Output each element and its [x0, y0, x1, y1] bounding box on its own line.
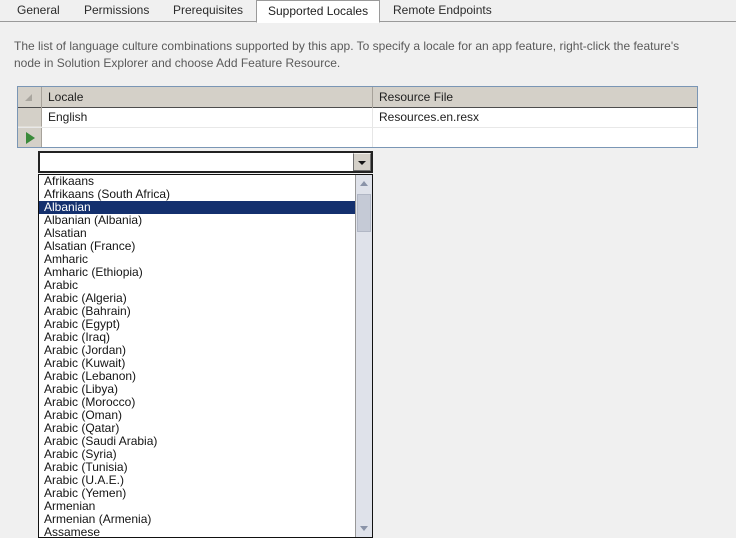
- select-all-triangle-icon: [25, 94, 32, 101]
- tab-supported-locales[interactable]: Supported Locales: [256, 0, 381, 23]
- locale-combobox-input[interactable]: [40, 153, 353, 171]
- locale-dropdown-list[interactable]: Afrikaans Afrikaans (South Africa) Albania…: [38, 174, 373, 538]
- table-row[interactable]: English Resources.en.resx: [18, 108, 697, 127]
- scrollbar-thumb[interactable]: [357, 194, 371, 232]
- row-header[interactable]: [18, 108, 42, 127]
- row-header-current[interactable]: [18, 128, 42, 147]
- current-row-arrow-icon: [26, 132, 35, 144]
- tab-prerequisites[interactable]: Prerequisites: [162, 0, 254, 22]
- dropdown-item[interactable]: Amharic (Ethiopia): [39, 266, 357, 279]
- scroll-up-button[interactable]: [356, 175, 372, 192]
- scroll-down-button[interactable]: [356, 520, 372, 537]
- page-description: The list of language culture combination…: [14, 39, 680, 70]
- grid-select-all-corner[interactable]: [18, 87, 42, 108]
- supported-locales-grid[interactable]: Locale Resource File English Resources.e…: [17, 86, 698, 148]
- dropdown-scrollbar[interactable]: [355, 175, 372, 537]
- table-row[interactable]: [18, 127, 697, 147]
- tab-remote-endpoints[interactable]: Remote Endpoints: [382, 0, 503, 22]
- arrow-up-icon: [360, 181, 368, 186]
- column-header-resource-file[interactable]: Resource File: [373, 87, 697, 108]
- cell-resource-file[interactable]: Resources.en.resx: [373, 108, 697, 127]
- column-header-locale[interactable]: Locale: [42, 87, 373, 108]
- combobox-dropdown-button[interactable]: [353, 153, 371, 171]
- tab-content-pane: The list of language culture combination…: [0, 22, 736, 538]
- cell-locale[interactable]: [42, 128, 373, 147]
- tab-permissions[interactable]: Permissions: [73, 0, 160, 22]
- locale-combobox[interactable]: [38, 151, 373, 173]
- dropdown-items-container[interactable]: Afrikaans Afrikaans (South Africa) Albania…: [39, 175, 357, 537]
- chevron-down-icon: [358, 161, 366, 165]
- tab-general[interactable]: General: [6, 0, 71, 22]
- tab-strip: General Permissions Prerequisites Supported…: [0, 0, 736, 23]
- cell-resource-file[interactable]: [373, 128, 697, 147]
- arrow-down-icon: [360, 526, 368, 531]
- grid-header-row: Locale Resource File: [18, 87, 697, 108]
- dropdown-item[interactable]: Assamese: [39, 526, 357, 538]
- cell-locale[interactable]: English: [42, 108, 373, 127]
